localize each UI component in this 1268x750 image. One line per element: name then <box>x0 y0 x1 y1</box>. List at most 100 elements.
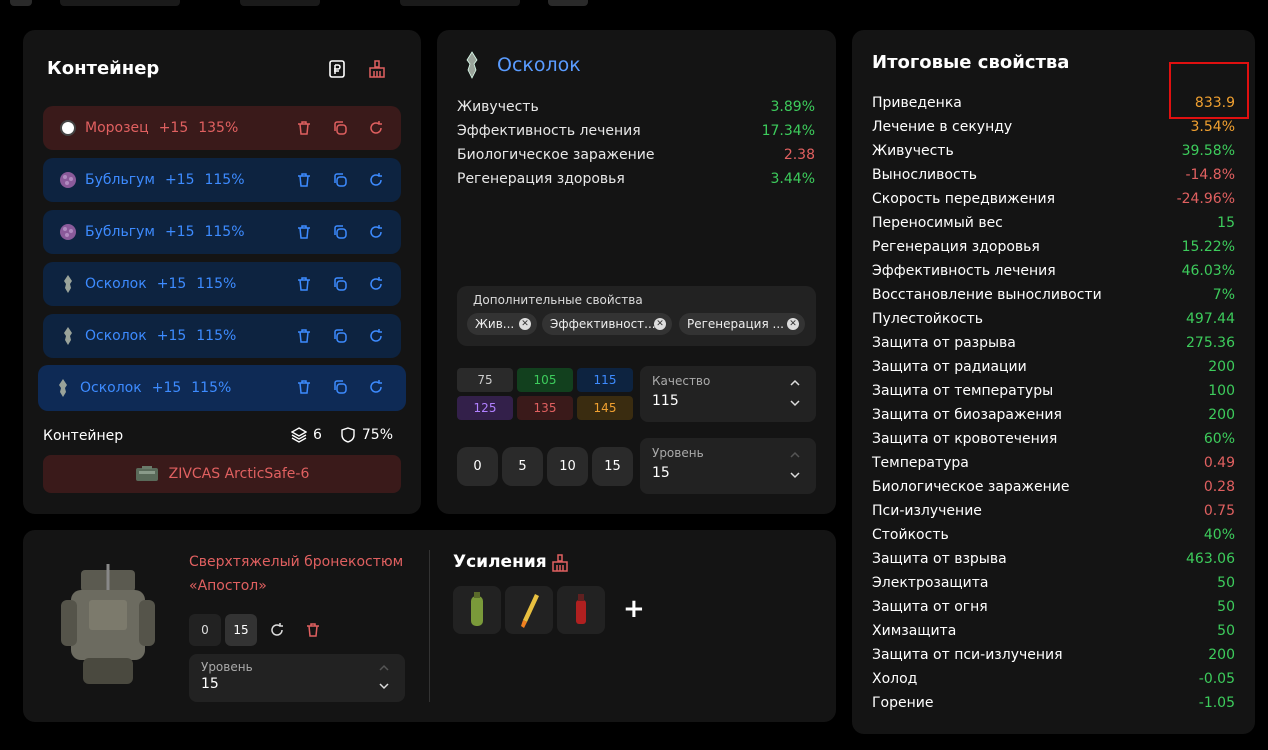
broom-icon[interactable] <box>551 554 569 572</box>
total-stat-value: 3.54% <box>1190 119 1235 135</box>
add-boost-button[interactable]: + <box>623 594 645 624</box>
quality-preset-button[interactable]: 125 <box>457 396 513 420</box>
trash-icon[interactable] <box>296 328 312 344</box>
armor-panel: Сверхтяжелый бронекостюм «Апостол» 0 15 … <box>23 530 836 722</box>
chip-label: Жив... <box>475 317 515 331</box>
trash-icon[interactable] <box>296 276 312 292</box>
green-bottle-icon <box>471 592 483 626</box>
total-stat-row: Защита от разрыва 275.36 <box>872 335 1235 351</box>
document-icon[interactable] <box>328 60 346 78</box>
total-stat-row: Защита от радиации 200 <box>872 359 1235 375</box>
total-stat-row: Защита от температуры 100 <box>872 383 1235 399</box>
chevron-down-icon[interactable] <box>379 681 389 691</box>
chevron-up-icon[interactable] <box>790 378 800 388</box>
stat-value: 3.89% <box>770 99 815 115</box>
level-value: 15 <box>652 465 670 481</box>
trash-icon[interactable] <box>305 622 321 638</box>
nav-item[interactable] <box>400 0 520 6</box>
broom-icon[interactable] <box>368 60 386 78</box>
level-preset-button[interactable]: 5 <box>502 447 543 486</box>
chevron-down-icon[interactable] <box>790 470 800 480</box>
refresh-icon[interactable] <box>368 276 384 292</box>
level-fifteen-button[interactable]: 15 <box>225 614 257 646</box>
total-stat-row: Защита от огня 50 <box>872 599 1235 615</box>
total-stat-value: 50 <box>1217 599 1235 615</box>
copy-icon[interactable] <box>332 224 348 240</box>
chevron-down-icon[interactable] <box>790 398 800 408</box>
extra-properties-select[interactable]: Дополнительные свойства Жив... ✕ Эффективн… <box>457 286 816 346</box>
property-chip[interactable]: Эффективност... ✕ <box>542 313 672 335</box>
nav-button[interactable] <box>548 0 588 6</box>
total-stat-name: Переносимый вес <box>872 215 1003 231</box>
shard-icon <box>59 275 77 293</box>
quality-preset-button[interactable]: 75 <box>457 368 513 392</box>
case-select-button[interactable]: ZIVCAS ArcticSafe-6 <box>43 455 401 493</box>
copy-icon[interactable] <box>332 328 348 344</box>
copy-icon[interactable] <box>332 379 348 395</box>
remove-chip-icon[interactable]: ✕ <box>787 318 799 330</box>
slot-level: +15 <box>156 328 187 344</box>
container-slot[interactable]: Бубльгум +15 115% <box>43 210 401 254</box>
trash-icon[interactable] <box>296 379 312 395</box>
slot-level: +15 <box>164 172 195 188</box>
quality-select[interactable]: Качество 115 <box>640 366 816 422</box>
nav-item[interactable] <box>10 0 32 6</box>
total-stat-name: Защита от пси-излучения <box>872 647 1063 663</box>
quality-preset-button[interactable]: 145 <box>577 396 633 420</box>
armor-level-select[interactable]: Уровень 15 <box>189 654 405 702</box>
chevron-up-icon[interactable] <box>790 450 800 460</box>
property-chip[interactable]: Жив... ✕ <box>467 313 537 335</box>
refresh-icon[interactable] <box>269 622 285 638</box>
boost-slot[interactable] <box>453 586 501 634</box>
boost-slot[interactable] <box>505 586 553 634</box>
refresh-icon[interactable] <box>368 120 384 136</box>
slot-quality: 115% <box>196 328 237 344</box>
remove-chip-icon[interactable]: ✕ <box>519 318 531 330</box>
total-stat-name: Регенерация здоровья <box>872 239 1040 255</box>
nav-item[interactable] <box>60 0 180 6</box>
total-stat-name: Защита от радиации <box>872 359 1027 375</box>
container-slot[interactable]: Осколок +15 115% <box>38 365 406 411</box>
armor-name: Сверхтяжелый бронекостюм «Апостол» <box>189 554 404 594</box>
boost-slot[interactable] <box>557 586 605 634</box>
bubblegum-icon <box>59 223 77 241</box>
total-stat-name: Скорость передвижения <box>872 191 1055 207</box>
slot-quality: 135% <box>198 120 239 136</box>
refresh-icon[interactable] <box>368 328 384 344</box>
quality-preset-button[interactable]: 115 <box>577 368 633 392</box>
refresh-icon[interactable] <box>368 224 384 240</box>
quality-preset-button[interactable]: 105 <box>517 368 573 392</box>
total-stat-value: -1.05 <box>1198 695 1235 711</box>
level-preset-button[interactable]: 0 <box>457 447 498 486</box>
container-slot[interactable]: Осколок +15 115% <box>43 314 401 358</box>
nav-item[interactable] <box>240 0 320 6</box>
artifact-stat-row: Биологическое заражение 2.38 <box>457 147 815 163</box>
level-select[interactable]: Уровень 15 <box>640 438 816 494</box>
container-slot[interactable]: Осколок +15 115% <box>43 262 401 306</box>
copy-icon[interactable] <box>332 172 348 188</box>
total-stat-name: Стойкость <box>872 527 949 543</box>
total-stat-name: Восстановление выносливости <box>872 287 1102 303</box>
container-title: Контейнер <box>47 58 160 79</box>
property-chip[interactable]: Регенерация ... ✕ <box>679 313 805 335</box>
remove-chip-icon[interactable]: ✕ <box>654 318 666 330</box>
quality-preset-button[interactable]: 135 <box>517 396 573 420</box>
container-slot[interactable]: Морозец +15 135% <box>43 106 401 150</box>
container-slot[interactable]: Бубльгум +15 115% <box>43 158 401 202</box>
chevron-up-icon[interactable] <box>379 663 389 673</box>
trash-icon[interactable] <box>296 172 312 188</box>
refresh-icon[interactable] <box>368 379 384 395</box>
total-stat-value: 0.49 <box>1203 455 1235 471</box>
level-preset-button[interactable]: 15 <box>592 447 633 486</box>
copy-icon[interactable] <box>332 276 348 292</box>
level-preset-button[interactable]: 10 <box>547 447 588 486</box>
trash-icon[interactable] <box>296 120 312 136</box>
copy-icon[interactable] <box>332 120 348 136</box>
level-zero-button[interactable]: 0 <box>189 614 221 646</box>
total-stat-name: Выносливость <box>872 167 978 183</box>
total-stat-value: 200 <box>1208 647 1235 663</box>
total-stat-value: 200 <box>1208 407 1235 423</box>
slot-level: +15 <box>164 224 195 240</box>
refresh-icon[interactable] <box>368 172 384 188</box>
trash-icon[interactable] <box>296 224 312 240</box>
